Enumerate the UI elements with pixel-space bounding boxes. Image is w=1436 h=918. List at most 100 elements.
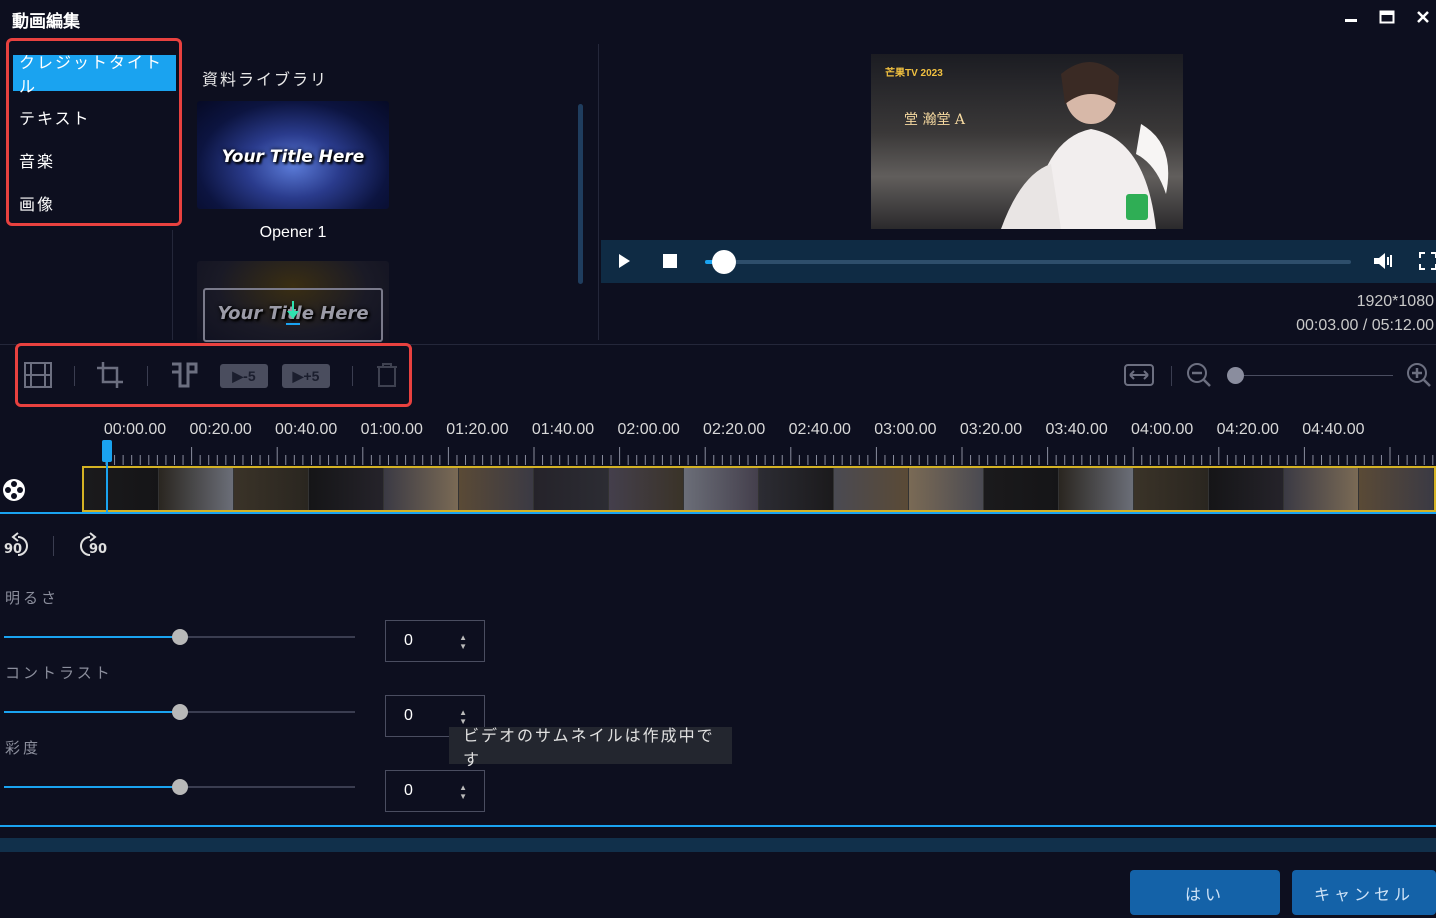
brightness-stepper[interactable]: 0 ▲ ▼ [385, 620, 485, 662]
timeline-tick-label: 00:40.00 [275, 421, 338, 438]
category-text[interactable]: テキスト [13, 99, 176, 135]
contrast-slider-knob[interactable] [171, 704, 188, 720]
title-bar: 動画編集 [0, 0, 1436, 36]
track-frame-thumbnail [684, 468, 759, 510]
zoom-in-icon[interactable] [1406, 360, 1432, 390]
saturation-label: 彩度 [5, 739, 42, 757]
crop-icon[interactable] [96, 360, 124, 390]
bottom-divider [0, 825, 1436, 827]
maximize-icon[interactable] [1376, 6, 1398, 28]
saturation-slider-knob[interactable] [171, 779, 188, 795]
rotate-left-label: 90 [4, 542, 23, 557]
stepper-arrows-icon[interactable]: ▲ ▼ [459, 633, 467, 651]
progress-knob[interactable] [712, 250, 737, 274]
track-frame-thumbnail [1134, 468, 1209, 510]
brightness-label: 明るさ [5, 589, 60, 607]
library-scrollbar[interactable] [578, 104, 583, 284]
library-title: 資料ライブラリ [202, 70, 329, 89]
toolbar-separator [1171, 366, 1172, 386]
trash-icon[interactable] [375, 360, 399, 390]
preview-logo: 芒果TV 2023 [885, 68, 943, 79]
timeline-ruler[interactable] [82, 443, 1436, 465]
window-title: 動画編集 [12, 12, 80, 32]
bottom-band [0, 838, 1436, 852]
volume-icon[interactable] [1373, 250, 1395, 272]
player-controls [601, 240, 1436, 283]
track-frame-thumbnail [159, 468, 234, 510]
toolbar-separator [147, 366, 148, 386]
track-frame-thumbnail [834, 468, 909, 510]
track-frame-thumbnail [384, 468, 459, 510]
brightness-value: 0 [404, 632, 413, 649]
video-track-clip[interactable] [82, 466, 1436, 512]
split-icon[interactable] [170, 360, 198, 390]
timeline-tick-label: 04:00.00 [1131, 421, 1194, 438]
rotate-right-button[interactable]: 90 [76, 532, 108, 562]
panel-divider [598, 44, 599, 340]
timeline-tick-label: 02:20.00 [703, 421, 766, 438]
track-frame-thumbnail [234, 468, 309, 510]
track-frame-thumbnail [1209, 468, 1284, 510]
ok-button[interactable]: はい [1130, 870, 1280, 915]
contrast-value: 0 [404, 707, 413, 724]
saturation-stepper[interactable]: 0 ▲ ▼ [385, 770, 485, 812]
contrast-slider-fill [4, 711, 180, 713]
resolution-text: 1920*1080 [1356, 293, 1434, 310]
timeline-ruler-labels: 00:00.00 00:20.00 00:40.00 01:00.00 01:20.00… [0, 421, 1436, 441]
timeline-tick-label: 02:40.00 [788, 421, 851, 438]
time-readout: 00:03.00 / 05:12.00 [1296, 317, 1434, 334]
track-frame-thumbnail [1059, 468, 1134, 510]
track-frame-thumbnail [759, 468, 834, 510]
download-icon[interactable] [285, 299, 301, 331]
track-frame-thumbnail [909, 468, 984, 510]
zoom-slider-track[interactable] [1236, 375, 1393, 376]
timeline-tick-label: 03:00.00 [874, 421, 937, 438]
timeline-tick-label: 01:20.00 [446, 421, 509, 438]
library-item-label: Opener 1 [259, 224, 327, 241]
rotate-left-button[interactable]: 90 [4, 532, 34, 562]
stop-icon[interactable] [659, 250, 681, 272]
play-icon[interactable] [613, 250, 635, 272]
timeline-tick-label: 04:20.00 [1216, 421, 1279, 438]
timeline-tick-label: 02:00.00 [617, 421, 680, 438]
close-icon[interactable] [1412, 6, 1434, 28]
thumbnail-tooltip: ビデオのサムネイルは作成中です [449, 726, 732, 769]
library-item-opener-1[interactable]: Your Title Here [197, 101, 389, 209]
timeline-tick-label: 04:40.00 [1302, 421, 1365, 438]
timeline-tick-label: 01:40.00 [531, 421, 595, 438]
rotate-right-label: 90 [89, 542, 108, 557]
saturation-value: 0 [404, 782, 413, 799]
timeline-tick-label: 03:20.00 [959, 421, 1023, 438]
saturation-slider-fill [4, 786, 180, 788]
category-music[interactable]: 音楽 [13, 142, 176, 178]
zoom-slider-knob[interactable] [1227, 367, 1244, 384]
brightness-slider-fill [4, 636, 180, 638]
preview-figure [1001, 61, 1169, 229]
cancel-button[interactable]: キャンセル [1292, 870, 1436, 915]
brightness-slider-knob[interactable] [171, 629, 188, 645]
thumb-title-text: Your Title Here [221, 147, 365, 167]
playhead-handle[interactable] [102, 440, 112, 462]
fullscreen-icon[interactable] [1417, 250, 1436, 272]
zoom-out-icon[interactable] [1186, 360, 1212, 390]
library-item-opener-2[interactable]: Your Title Here [197, 261, 389, 345]
track-frame-thumbnail [459, 468, 534, 510]
minimize-icon[interactable] [1340, 6, 1362, 28]
track-frame-thumbnail [609, 468, 684, 510]
film-reel-icon [2, 478, 26, 506]
timeline-tick-label: 01:00.00 [360, 421, 423, 438]
toolbar-separator [352, 366, 353, 386]
contrast-label: コントラスト [5, 664, 113, 682]
film-clip-icon[interactable] [24, 360, 52, 390]
stepper-arrows-icon[interactable]: ▲ ▼ [459, 783, 467, 801]
category-menu: クレジットタイトル テキスト 音楽 画像 [6, 38, 182, 226]
fit-width-icon[interactable] [1124, 360, 1154, 390]
progress-track[interactable] [705, 260, 1351, 264]
skip-back-5-button[interactable]: ▶-5 [220, 364, 268, 388]
toolbar-separator [74, 366, 75, 386]
track-frame-thumbnail [1359, 468, 1434, 510]
skip-forward-5-button[interactable]: ▶+5 [282, 364, 330, 388]
category-image[interactable]: 画像 [13, 185, 176, 221]
category-credit-title[interactable]: クレジットタイトル [13, 53, 176, 96]
timeline-tick-label: 00:00.00 [103, 421, 167, 438]
